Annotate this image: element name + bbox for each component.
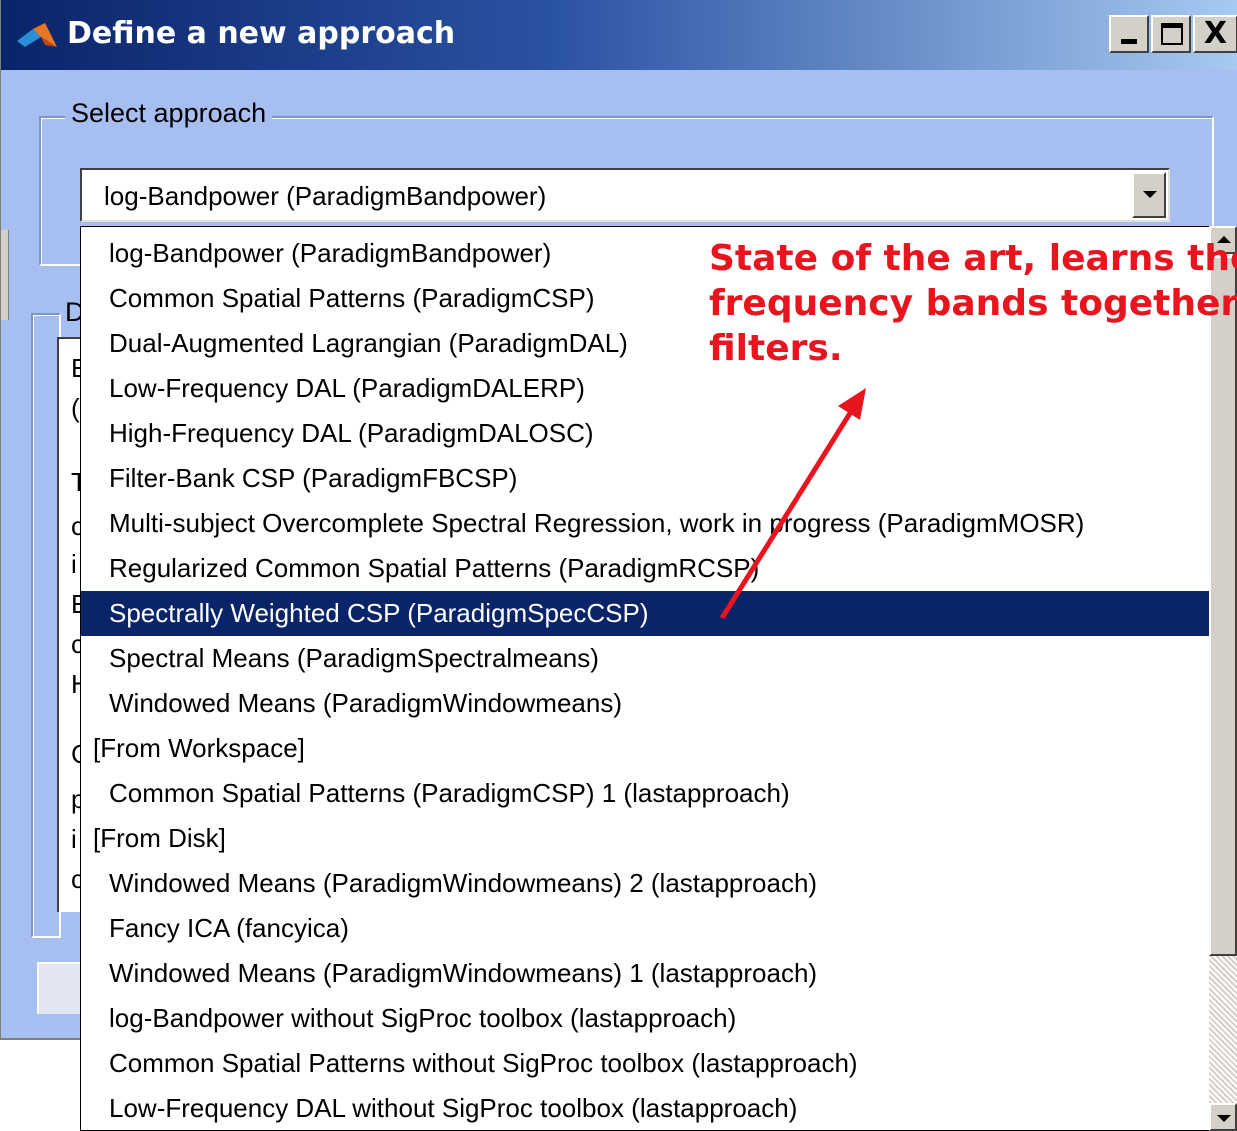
minimize-button[interactable] (1109, 15, 1149, 53)
window-title: Define a new approach (67, 16, 456, 51)
dropdown-item-selected[interactable]: Spectrally Weighted CSP (ParadigmSpecCSP… (81, 591, 1210, 636)
dropdown-item[interactable]: Fancy ICA (fancyica) (81, 906, 1210, 951)
dropdown-item[interactable]: Common Spatial Patterns (ParadigmCSP) 1 … (81, 771, 1210, 816)
combo-dropdown-button[interactable] (1132, 172, 1166, 218)
dropdown-item[interactable]: Low-Frequency DAL without SigProc toolbo… (81, 1086, 1210, 1130)
dropdown-item[interactable]: Common Spatial Patterns without SigProc … (81, 1041, 1210, 1086)
dropdown-item[interactable]: Multi-subject Overcomplete Spectral Regr… (81, 501, 1210, 546)
close-button[interactable]: X (1193, 15, 1237, 53)
dropdown-group-header[interactable]: [From Workspace] (81, 726, 1210, 771)
annotation-callout: State of the art, learns the frequency b… (709, 236, 1237, 416)
dropdown-item[interactable]: High-Frequency DAL (ParadigmDALOSC) (81, 411, 1210, 456)
select-approach-legend: Select approach (65, 96, 273, 130)
matlab-logo-icon (17, 23, 57, 47)
background-window-edge (1, 230, 9, 320)
dropdown-item[interactable]: Spectral Means (ParadigmSpectralmeans) (81, 636, 1210, 681)
title-bar[interactable]: Define a new approach X (1, 0, 1237, 70)
dropdown-item[interactable]: Windowed Means (ParadigmWindowmeans) 1 (… (81, 951, 1210, 996)
dropdown-item[interactable]: Regularized Common Spatial Patterns (Par… (81, 546, 1210, 591)
close-icon: X (1203, 16, 1228, 51)
dropdown-item[interactable]: Windowed Means (ParadigmWindowmeans) 2 (… (81, 861, 1210, 906)
approach-combobox[interactable]: log-Bandpower (ParadigmBandpower) (80, 168, 1170, 222)
annotation-line: filters. (709, 328, 843, 369)
scroll-down-button[interactable] (1209, 1103, 1237, 1131)
chevron-down-icon (1143, 191, 1157, 198)
minimize-icon (1121, 39, 1137, 44)
maximize-icon (1161, 23, 1183, 45)
combo-selected-value: log-Bandpower (ParadigmBandpower) (104, 181, 547, 211)
annotation-line: frequency bands together w (709, 283, 1237, 324)
dropdown-item[interactable]: log-Bandpower without SigProc toolbox (l… (81, 996, 1210, 1041)
dropdown-item[interactable]: Windowed Means (ParadigmWindowmeans) (81, 681, 1210, 726)
annotation-line: State of the art, learns the (709, 238, 1237, 279)
maximize-button[interactable] (1151, 15, 1191, 53)
dropdown-item[interactable]: Filter-Bank CSP (ParadigmFBCSP) (81, 456, 1210, 501)
dropdown-group-header[interactable]: [From Disk] (81, 816, 1210, 861)
arrow-down-icon (1217, 1115, 1231, 1122)
